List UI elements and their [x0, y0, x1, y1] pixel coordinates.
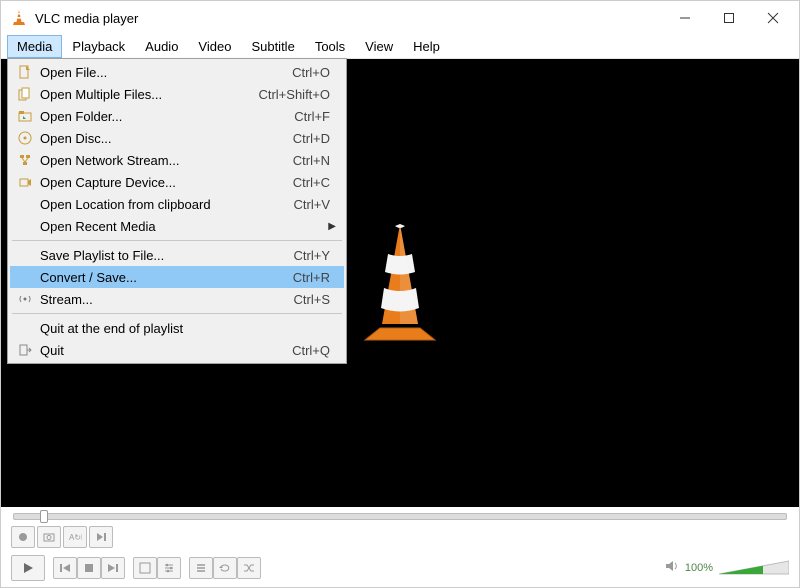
speaker-icon[interactable]: [665, 559, 679, 578]
shuffle-button[interactable]: [237, 557, 261, 579]
menu-tools[interactable]: Tools: [305, 35, 355, 58]
files-icon: [14, 87, 36, 101]
close-button[interactable]: [751, 3, 795, 33]
menu-open-multiple-files[interactable]: Open Multiple Files... Ctrl+Shift+O: [10, 83, 344, 105]
window-title: VLC media player: [35, 11, 138, 26]
menu-save-playlist[interactable]: Save Playlist to File... Ctrl+Y: [10, 244, 344, 266]
seek-bar[interactable]: [1, 507, 799, 525]
fullscreen-button[interactable]: [133, 557, 157, 579]
controls: A↻B 100%: [1, 525, 799, 587]
menu-playback[interactable]: Playback: [62, 35, 135, 58]
menu-media[interactable]: Media: [7, 35, 62, 58]
minimize-button[interactable]: [663, 3, 707, 33]
volume-control: 100%: [665, 559, 789, 578]
loop-button[interactable]: [213, 557, 237, 579]
menubar: Media Playback Audio Video Subtitle Tool…: [1, 35, 799, 59]
network-icon: [14, 153, 36, 167]
submenu-arrow-icon: ▶: [328, 221, 336, 232]
stream-icon: [14, 292, 36, 306]
next-button[interactable]: [101, 557, 125, 579]
record-button[interactable]: [11, 526, 35, 548]
maximize-button[interactable]: [707, 3, 751, 33]
playlist-button[interactable]: [189, 557, 213, 579]
menu-video[interactable]: Video: [188, 35, 241, 58]
disc-icon: [14, 131, 36, 145]
menu-open-recent-media[interactable]: Open Recent Media ▶: [10, 215, 344, 237]
menu-audio[interactable]: Audio: [135, 35, 188, 58]
menu-open-disc[interactable]: Open Disc... Ctrl+D: [10, 127, 344, 149]
seek-knob[interactable]: [40, 510, 48, 523]
menu-view[interactable]: View: [355, 35, 403, 58]
menu-open-location-clipboard[interactable]: Open Location from clipboard Ctrl+V: [10, 193, 344, 215]
menu-open-file[interactable]: Open File... Ctrl+O: [10, 61, 344, 83]
extended-settings-button[interactable]: [157, 557, 181, 579]
frame-step-button[interactable]: [89, 526, 113, 548]
volume-percent: 100%: [685, 562, 713, 574]
stop-button[interactable]: [77, 557, 101, 579]
vlc-cone-logo-icon: [345, 218, 455, 348]
capture-icon: [14, 175, 36, 189]
snapshot-button[interactable]: [37, 526, 61, 548]
menu-open-capture-device[interactable]: Open Capture Device... Ctrl+C: [10, 171, 344, 193]
vlc-cone-icon: [11, 9, 27, 28]
titlebar: VLC media player: [1, 1, 799, 35]
quit-icon: [14, 343, 36, 357]
previous-button[interactable]: [53, 557, 77, 579]
menu-convert-save[interactable]: Convert / Save... Ctrl+R: [10, 266, 344, 288]
menu-open-network-stream[interactable]: Open Network Stream... Ctrl+N: [10, 149, 344, 171]
menu-quit[interactable]: Quit Ctrl+Q: [10, 339, 344, 361]
menu-subtitle[interactable]: Subtitle: [241, 35, 304, 58]
menu-separator: [12, 240, 342, 241]
file-icon: [14, 65, 36, 79]
loop-ab-button[interactable]: A↻B: [63, 526, 87, 548]
svg-text:A↻B: A↻B: [69, 533, 82, 542]
media-dropdown: Open File... Ctrl+O Open Multiple Files.…: [7, 58, 347, 364]
folder-icon: [14, 109, 36, 123]
menu-open-folder[interactable]: Open Folder... Ctrl+F: [10, 105, 344, 127]
menu-separator: [12, 313, 342, 314]
play-button[interactable]: [11, 555, 45, 581]
menu-stream[interactable]: Stream... Ctrl+S: [10, 288, 344, 310]
seek-track[interactable]: [13, 513, 787, 520]
menu-help[interactable]: Help: [403, 35, 450, 58]
volume-slider[interactable]: [719, 559, 789, 577]
app-window: VLC media player Media Playback Audio Vi…: [0, 0, 800, 588]
menu-quit-end-playlist[interactable]: Quit at the end of playlist: [10, 317, 344, 339]
